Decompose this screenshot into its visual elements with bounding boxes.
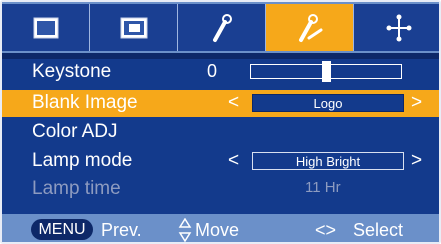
screen-icon <box>33 17 58 38</box>
up-down-arrows-icon <box>178 218 192 242</box>
lamp-time-value: 11 Hr <box>305 179 341 196</box>
left-right-arrows-icon: <> <box>315 220 337 240</box>
keystone-label: Keystone <box>32 61 112 82</box>
keystone-value: 0 <box>207 61 218 81</box>
tab-setup[interactable] <box>178 4 266 51</box>
lamp-mode-next-arrow[interactable]: > <box>411 150 422 172</box>
blank-image-label: Blank Image <box>32 92 138 113</box>
menu-row-lamp-time: Lamp time 11 Hr <box>2 176 439 203</box>
network-icon <box>386 14 411 41</box>
wrench-icon <box>212 13 232 42</box>
color-adj-label: Color ADJ <box>32 121 118 142</box>
tab-network[interactable] <box>354 4 439 51</box>
menu-row-keystone[interactable]: Keystone 0 <box>2 59 439 86</box>
menu-row-lamp-mode[interactable]: Lamp mode < High Bright > <box>2 148 439 175</box>
projector-osd-menu: Keystone 0 Blank Image < Logo > Color AD… <box>0 0 441 244</box>
keystone-slider[interactable] <box>250 61 402 82</box>
menu-row-blank-image[interactable]: Blank Image < Logo > <box>2 90 439 117</box>
lamp-mode-label: Lamp mode <box>32 150 133 171</box>
menu-key-badge: MENU <box>31 219 93 240</box>
tab-picture[interactable] <box>90 4 178 51</box>
blank-image-next-arrow[interactable]: > <box>411 92 422 114</box>
lamp-mode-value: High Bright <box>295 153 361 169</box>
keystone-slider-thumb[interactable] <box>322 61 331 82</box>
tab-tools[interactable] <box>266 4 354 51</box>
menu-row-color-adj[interactable]: Color ADJ <box>2 119 439 146</box>
blank-image-value-box[interactable]: Logo <box>252 94 404 112</box>
tab-screen[interactable] <box>2 4 90 51</box>
lamp-mode-prev-arrow[interactable]: < <box>228 150 239 172</box>
blank-image-value: Logo <box>313 95 343 111</box>
lamp-time-label: Lamp time <box>32 178 121 199</box>
lamp-mode-value-box[interactable]: High Bright <box>252 152 404 170</box>
help-footer: MENU Prev. Move <> Select <box>2 214 439 242</box>
move-hint: Move <box>195 220 240 240</box>
select-hint: Select <box>353 220 404 240</box>
blank-image-prev-arrow[interactable]: < <box>228 92 239 114</box>
menu-tab-bar <box>2 2 439 53</box>
prev-hint: Prev. <box>101 220 142 240</box>
picture-in-picture-icon <box>120 17 147 38</box>
tools-icon <box>298 13 322 42</box>
